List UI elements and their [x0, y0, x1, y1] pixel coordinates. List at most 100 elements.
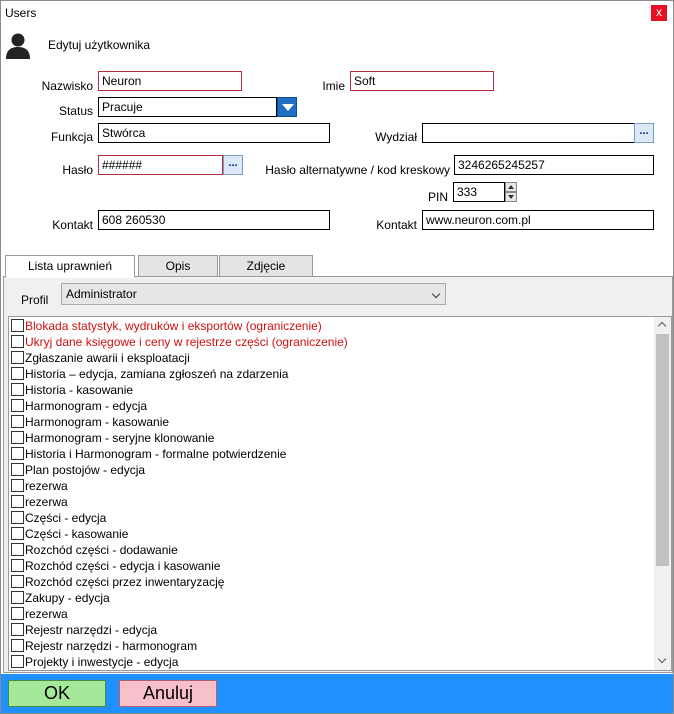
permission-item[interactable]: rezerwa: [9, 494, 68, 510]
permission-item[interactable]: Historia i Harmonogram - formalne potwie…: [9, 446, 286, 462]
tab-photo[interactable]: Zdjęcie: [219, 255, 313, 277]
permission-checkbox[interactable]: [11, 527, 24, 540]
permission-checkbox[interactable]: [11, 447, 24, 460]
pin-stepper[interactable]: [505, 182, 517, 202]
status-select[interactable]: Pracuje: [98, 97, 277, 117]
permission-checkbox[interactable]: [11, 319, 24, 332]
contact2-label: Kontakt: [376, 218, 417, 232]
status-dropdown-arrow-icon[interactable]: [277, 97, 297, 117]
pin-up-arrow-icon[interactable]: [505, 182, 517, 192]
permission-item[interactable]: rezerwa: [9, 478, 68, 494]
department-field[interactable]: [422, 123, 635, 143]
footer-bar: OK Anuluj: [1, 674, 673, 713]
permission-item[interactable]: rezerwa: [9, 606, 68, 622]
permission-label: Plan postojów - edycja: [25, 463, 146, 477]
permission-checkbox[interactable]: [11, 655, 24, 668]
permission-label: Harmonogram - kasowanie: [25, 415, 170, 429]
dialog-header: Edytuj użytkownika: [1, 29, 673, 61]
permission-checkbox[interactable]: [11, 431, 24, 444]
contact2-field[interactable]: www.neuron.com.pl: [422, 210, 654, 230]
permission-item[interactable]: Projekty i inwestycje - edycja: [9, 654, 178, 670]
permission-label: Projekty i inwestycje - edycja: [25, 655, 179, 669]
permission-item[interactable]: Plan postojów - edycja: [9, 462, 145, 478]
permission-checkbox[interactable]: [11, 415, 24, 428]
chevron-down-icon: [431, 289, 441, 299]
permission-checkbox[interactable]: [11, 367, 24, 380]
permission-item[interactable]: Blokada statystyk, wydruków i eksportów …: [9, 318, 322, 334]
permission-checkbox[interactable]: [11, 623, 24, 636]
window-title: Users: [5, 6, 37, 20]
permission-item[interactable]: Ukryj dane księgowe i ceny w rejestrze c…: [9, 334, 348, 350]
function-label: Funkcja: [50, 130, 93, 144]
permission-checkbox[interactable]: [11, 607, 24, 620]
contact1-label: Kontakt: [52, 218, 93, 232]
password-label: Hasło: [62, 163, 93, 177]
scroll-thumb[interactable]: [656, 334, 669, 566]
permission-label: Historia - kasowanie: [25, 383, 134, 397]
permission-checkbox[interactable]: [11, 463, 24, 476]
permission-label: Ukryj dane księgowe i ceny w rejestrze c…: [25, 335, 348, 349]
permission-item[interactable]: Harmonogram - seryjne klonowanie: [9, 430, 214, 446]
password-browse-button[interactable]: ...: [223, 155, 243, 175]
scroll-up-arrow-icon[interactable]: [654, 317, 671, 334]
permission-checkbox[interactable]: [11, 559, 24, 572]
pin-down-arrow-icon[interactable]: [505, 192, 517, 202]
permission-item[interactable]: Rejestr narzędzi - edycja: [9, 622, 157, 638]
permission-item[interactable]: Rejestr narzędzi - harmonogram: [9, 638, 197, 654]
permission-item[interactable]: Zakupy - edycja: [9, 590, 110, 606]
permission-item[interactable]: Historia – edycja, zamiana zgłoszeń na z…: [9, 366, 288, 382]
scroll-down-arrow-icon[interactable]: [654, 653, 671, 670]
permission-item[interactable]: Części - edycja: [9, 510, 106, 526]
permission-label: Blokada statystyk, wydruków i eksportów …: [25, 319, 322, 333]
permission-item[interactable]: Zgłaszanie awarii i eksploatacji: [9, 350, 190, 366]
user-avatar-icon: [6, 33, 30, 59]
firstname-field[interactable]: Soft: [350, 71, 494, 91]
permission-label: Zgłaszanie awarii i eksploatacji: [25, 351, 190, 365]
permission-checkbox[interactable]: [11, 479, 24, 492]
department-browse-button[interactable]: ...: [634, 123, 654, 143]
permission-checkbox[interactable]: [11, 511, 24, 524]
permission-label: Rozchód części przez inwentaryzację: [25, 575, 225, 589]
surname-field[interactable]: Neuron: [98, 71, 242, 91]
tab-permissions[interactable]: Lista uprawnień: [5, 255, 135, 278]
permissions-list[interactable]: Blokada statystyk, wydruków i eksportów …: [8, 316, 672, 671]
permission-checkbox[interactable]: [11, 591, 24, 604]
permission-label: Historia i Harmonogram - formalne potwie…: [25, 447, 287, 461]
password-field[interactable]: ######: [98, 155, 223, 175]
close-button[interactable]: x: [651, 5, 667, 21]
permission-label: rezerwa: [25, 495, 68, 509]
permission-label: Rejestr narzędzi - harmonogram: [25, 639, 198, 653]
tab-description[interactable]: Opis: [138, 255, 218, 277]
permission-checkbox[interactable]: [11, 351, 24, 364]
permission-item[interactable]: Rozchód części przez inwentaryzację: [9, 574, 224, 590]
permission-label: Zakupy - edycja: [25, 591, 110, 605]
permission-label: rezerwa: [25, 479, 68, 493]
permission-item[interactable]: Harmonogram - kasowanie: [9, 414, 169, 430]
permission-item[interactable]: Rozchód części - edycja i kasowanie: [9, 558, 220, 574]
permission-checkbox[interactable]: [11, 383, 24, 396]
alt-password-field[interactable]: 3246265245257: [454, 155, 654, 175]
permission-checkbox[interactable]: [11, 399, 24, 412]
users-window: Users x Edytuj użytkownika Nazwisko Neur…: [0, 0, 674, 714]
contact1-field[interactable]: 608 260530: [98, 210, 330, 230]
status-label: Status: [58, 104, 93, 118]
permissions-scrollbar[interactable]: [654, 317, 671, 670]
permission-label: Rejestr narzędzi - edycja: [25, 623, 158, 637]
permission-item[interactable]: Harmonogram - edycja: [9, 398, 147, 414]
dialog-title: Edytuj użytkownika: [48, 38, 151, 52]
permission-checkbox[interactable]: [11, 639, 24, 652]
function-field[interactable]: Stwórca: [98, 123, 330, 143]
permission-checkbox[interactable]: [11, 335, 24, 348]
permission-item[interactable]: Historia - kasowanie: [9, 382, 133, 398]
department-label: Wydział: [375, 130, 417, 144]
cancel-button[interactable]: Anuluj: [119, 680, 217, 707]
pin-field[interactable]: 333: [453, 182, 505, 202]
permission-checkbox[interactable]: [11, 575, 24, 588]
ok-button[interactable]: OK: [8, 680, 106, 707]
permission-checkbox[interactable]: [11, 495, 24, 508]
permission-label: Części - edycja: [25, 511, 107, 525]
profile-select[interactable]: Administrator: [61, 283, 446, 305]
permission-item[interactable]: Rozchód części - dodawanie: [9, 542, 178, 558]
permission-item[interactable]: Części - kasowanie: [9, 526, 128, 542]
permission-checkbox[interactable]: [11, 543, 24, 556]
